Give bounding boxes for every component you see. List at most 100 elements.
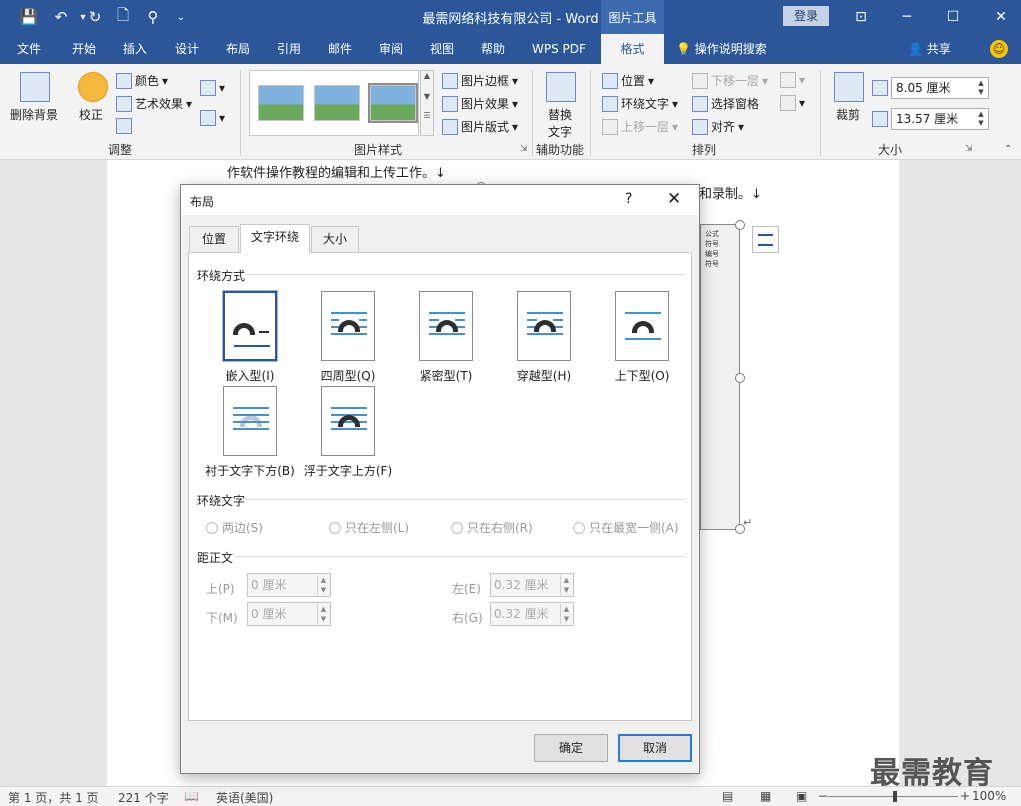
read-mode-icon[interactable]: ▤ — [722, 789, 733, 803]
wrap-largest-only-radio[interactable]: 只在最宽一侧(A) — [573, 519, 679, 536]
wrap-option-through[interactable]: 穿越型(H) — [494, 291, 594, 384]
tab-references[interactable]: 引用 — [277, 34, 301, 64]
tab-home[interactable]: 开始 — [72, 34, 96, 64]
tab-view[interactable]: 视图 — [430, 34, 454, 64]
tab-layout[interactable]: 布局 — [226, 34, 250, 64]
word-count[interactable]: 221 个字 — [118, 789, 169, 806]
minimize-icon[interactable]: ─ — [896, 6, 918, 28]
wrap-text-button[interactable]: 环绕文字 ▾ — [602, 95, 678, 112]
tab-file[interactable]: 文件 — [17, 34, 41, 64]
tab-review[interactable]: 审阅 — [379, 34, 403, 64]
radio-button[interactable] — [451, 521, 463, 534]
resize-handle[interactable] — [735, 373, 745, 383]
distance-top-spinner[interactable]: ▲ ▼ — [317, 575, 329, 595]
collapse-ribbon-icon[interactable]: ⌃ — [1004, 144, 1012, 155]
picture-layout-button[interactable]: 图片版式 ▾ — [442, 118, 518, 135]
language-indicator[interactable]: 英语(美国) — [216, 789, 273, 806]
tab-mailings[interactable]: 邮件 — [328, 34, 352, 64]
distance-right-field[interactable]: 0.32 厘米 ▲ ▼ — [490, 602, 574, 626]
align-button[interactable]: 对齐 ▾ — [692, 118, 744, 135]
corrections-button[interactable]: 校正 — [79, 106, 103, 123]
tab-insert[interactable]: 插入 — [123, 34, 147, 64]
tell-me-search[interactable]: 💡 操作说明搜索 — [676, 34, 767, 64]
close-dialog-button[interactable]: ✕ — [667, 189, 681, 209]
wrap-option-top-bottom[interactable]: 上下型(O) — [592, 291, 692, 384]
wrap-option-inline[interactable]: 嵌入型(I) — [200, 291, 300, 384]
wrap-left-only-radio[interactable]: 只在左侧(L) — [329, 519, 409, 536]
layout-options-button[interactable] — [752, 226, 779, 253]
artistic-effects-button[interactable]: 艺术效果 ▾ — [116, 95, 192, 112]
wrap-option-in-front-of-text[interactable]: 浮于文字上方(F) — [298, 386, 398, 479]
compress-pictures-button[interactable] — [116, 118, 132, 134]
distance-left-field[interactable]: 0.32 厘米 ▲ ▼ — [490, 573, 574, 597]
selection-pane-button[interactable]: 选择窗格 — [692, 95, 759, 112]
wrap-both-sides-radio[interactable]: 两边(S) — [206, 519, 263, 536]
dialog-launcher-icon[interactable]: ⇲ — [965, 144, 973, 154]
gallery-down-icon[interactable]: ▼ — [421, 92, 433, 101]
radio-button[interactable] — [329, 521, 341, 534]
ok-button[interactable]: 确定 — [534, 734, 608, 762]
selected-picture[interactable]: 公式 符号 编号 符号 — [700, 224, 740, 530]
dialog-tab-position[interactable]: 位置 — [189, 226, 239, 252]
shape-width-field[interactable]: 13.57 厘米 ▲ ▼ — [891, 108, 989, 130]
gallery-up-icon[interactable]: ▲ — [421, 71, 433, 80]
share-button[interactable]: 👤 共享 — [908, 34, 951, 64]
gallery-more-icon[interactable]: ☰ — [421, 111, 433, 120]
width-spinner[interactable]: ▲ ▼ — [976, 110, 986, 128]
tab-format[interactable]: 格式 — [601, 34, 664, 64]
change-picture-button[interactable]: ▾ — [200, 80, 225, 96]
rotate-button[interactable]: ▾ — [780, 95, 805, 111]
wrap-right-only-radio[interactable]: 只在右侧(R) — [451, 519, 533, 536]
print-layout-icon[interactable]: ▦ — [760, 789, 771, 803]
gallery-scroll[interactable]: ▲ ▼ ☰ — [420, 70, 434, 136]
group-objects-button[interactable]: ▾ — [780, 72, 805, 88]
distance-right-spinner[interactable]: ▲ ▼ — [560, 604, 572, 624]
wrap-option-square[interactable]: 四周型(Q) — [298, 291, 398, 384]
radio-button[interactable] — [573, 521, 585, 534]
distance-left-spinner[interactable]: ▲ ▼ — [560, 575, 572, 595]
web-layout-icon[interactable]: ▣ — [796, 789, 807, 803]
distance-top-field[interactable]: 0 厘米 ▲ ▼ — [247, 573, 331, 597]
distance-bottom-field[interactable]: 0 厘米 ▲ ▼ — [247, 602, 331, 626]
radio-button[interactable] — [206, 521, 218, 534]
height-spinner[interactable]: ▲ ▼ — [976, 79, 986, 97]
alt-text-button[interactable]: 替换 文字 — [548, 106, 572, 140]
picture-style-thumb-selected[interactable] — [368, 83, 418, 123]
doc-text-line[interactable]: 和录制。↓ — [699, 183, 762, 202]
bring-forward-button[interactable]: 上移一层 ▾ — [602, 118, 678, 135]
maximize-icon[interactable]: ☐ — [942, 6, 964, 28]
tab-wps-pdf[interactable]: WPS PDF — [532, 34, 586, 64]
picture-style-thumb[interactable] — [314, 85, 360, 121]
distance-bottom-spinner[interactable]: ▲ ▼ — [317, 604, 329, 624]
cancel-button[interactable]: 取消 — [618, 734, 692, 762]
wrap-option-behind-text[interactable]: 衬于文字下方(B) — [200, 386, 300, 479]
dialog-tab-size[interactable]: 大小 — [311, 226, 359, 252]
crop-button[interactable]: 裁剪 — [836, 106, 860, 123]
tab-help[interactable]: 帮助 — [481, 34, 505, 64]
zoom-slider-thumb[interactable] — [893, 791, 897, 802]
login-button[interactable]: 登录 — [783, 6, 829, 26]
close-window-icon[interactable]: ✕ — [990, 6, 1012, 28]
shape-height-field[interactable]: 8.05 厘米 ▲ ▼ — [891, 77, 989, 99]
wrap-option-tight[interactable]: 紧密型(T) — [396, 291, 496, 384]
tab-design[interactable]: 设计 — [175, 34, 199, 64]
reset-picture-button[interactable]: ▾ — [200, 110, 225, 126]
position-button[interactable]: 位置 ▾ — [602, 72, 654, 89]
resize-handle[interactable] — [735, 220, 745, 230]
dialog-tab-text-wrapping[interactable]: 文字环绕 — [240, 224, 310, 253]
color-button[interactable]: 颜色 ▾ — [116, 72, 168, 89]
remove-background-button[interactable]: 删除背景 — [10, 106, 58, 123]
ribbon-display-icon[interactable]: ⊡ — [850, 6, 872, 28]
chevron-down-icon: ▾ — [738, 119, 745, 134]
proofing-icon[interactable]: 📖 — [184, 789, 199, 803]
picture-style-thumb[interactable] — [258, 85, 304, 121]
doc-text-line[interactable]: 作软件操作教程的编辑和上传工作。↓ — [227, 162, 446, 181]
picture-border-button[interactable]: 图片边框 ▾ — [442, 72, 518, 89]
send-backward-button[interactable]: 下移一层 ▾ — [692, 72, 768, 89]
dialog-launcher-icon[interactable]: ⇲ — [520, 144, 528, 154]
zoom-out-icon[interactable]: − — [818, 789, 828, 803]
feedback-smiley-icon[interactable]: ☺ — [990, 40, 1008, 58]
help-button[interactable]: ? — [625, 191, 632, 207]
picture-effects-button[interactable]: 图片效果 ▾ — [442, 95, 518, 112]
page-count[interactable]: 第 1 页，共 1 页 — [8, 789, 99, 806]
